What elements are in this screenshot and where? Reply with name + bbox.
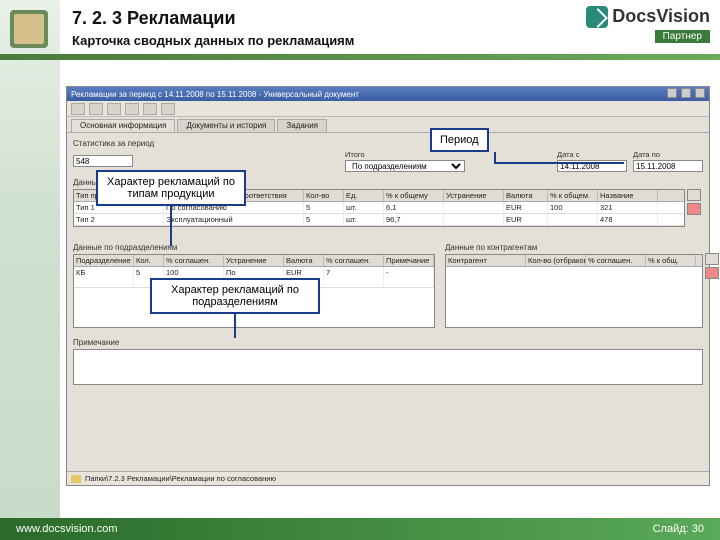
callout-period: Период bbox=[430, 128, 489, 152]
date-to-label: Дата по bbox=[633, 150, 703, 159]
window-title: Рекламации за период с 14.11.2008 по 15.… bbox=[71, 90, 359, 99]
toolbar-button[interactable] bbox=[107, 103, 121, 115]
toolbar-button[interactable] bbox=[125, 103, 139, 115]
grouping-select[interactable]: По подразделениям bbox=[345, 160, 465, 172]
docsvision-logo: DocsVision Партнер bbox=[586, 6, 710, 43]
table-row: Тип 2 Эксплуатационный 5 шт. 96,7 EUR 47… bbox=[74, 214, 684, 226]
toolbar-button[interactable] bbox=[89, 103, 103, 115]
link-icon bbox=[586, 6, 608, 28]
footer-url: www.docsvision.com bbox=[16, 523, 117, 535]
delete-row-button[interactable] bbox=[687, 203, 701, 215]
callout-by-type: Характер рекламаций по типам продукции bbox=[96, 170, 246, 206]
slide-subtitle: Карточка сводных данных по рекламациям bbox=[72, 33, 354, 48]
callout-by-dept: Характер рекламаций по подразделениям bbox=[150, 278, 320, 314]
tab-bar: Основная информация Документы и история … bbox=[67, 117, 709, 133]
footer-slide-number: Слайд: 30 bbox=[653, 523, 704, 535]
status-path: Папки\7.2.3 Рекламации\Рекламации по сог… bbox=[85, 474, 276, 483]
slide-footer: www.docsvision.com Слайд: 30 bbox=[0, 518, 720, 540]
toolbar bbox=[67, 101, 709, 117]
note-label: Примечание bbox=[73, 338, 703, 347]
date-to-input[interactable] bbox=[633, 160, 703, 172]
statusbar: Папки\7.2.3 Рекламации\Рекламации по сог… bbox=[67, 471, 709, 485]
dept-label: Данные по подразделениям bbox=[73, 243, 435, 252]
date-from-label: Дата с bbox=[557, 150, 627, 159]
minimize-button[interactable] bbox=[667, 88, 677, 98]
toolbar-button[interactable] bbox=[143, 103, 157, 115]
tab-tasks[interactable]: Задания bbox=[277, 119, 327, 132]
tab-main[interactable]: Основная информация bbox=[71, 119, 175, 132]
slide-decor bbox=[0, 0, 60, 540]
folder-icon bbox=[71, 475, 81, 483]
delete-row-button[interactable] bbox=[705, 267, 719, 279]
toolbar-button[interactable] bbox=[71, 103, 85, 115]
header-band bbox=[0, 54, 720, 60]
tab-docs[interactable]: Документы и история bbox=[177, 119, 275, 132]
stat-number[interactable] bbox=[73, 155, 133, 167]
stat-label: Статистика за период bbox=[73, 139, 703, 148]
maximize-button[interactable] bbox=[681, 88, 691, 98]
toolbar-button[interactable] bbox=[161, 103, 175, 115]
partner-badge: Партнер bbox=[655, 30, 710, 43]
window-titlebar[interactable]: Рекламации за период с 14.11.2008 по 15.… bbox=[67, 87, 709, 101]
title-area: 7. 2. 3 Рекламации Карточка сводных данн… bbox=[72, 8, 354, 48]
contragent-label: Данные по контрагентам bbox=[445, 243, 703, 252]
grid-by-contragent[interactable]: Контрагент Кол-во (отбракован) % соглаше… bbox=[445, 254, 703, 328]
slide-heading: 7. 2. 3 Рекламации bbox=[72, 8, 354, 29]
add-row-button[interactable] bbox=[705, 253, 719, 265]
add-row-button[interactable] bbox=[687, 189, 701, 201]
note-textarea[interactable] bbox=[73, 349, 703, 385]
close-button[interactable] bbox=[695, 88, 705, 98]
